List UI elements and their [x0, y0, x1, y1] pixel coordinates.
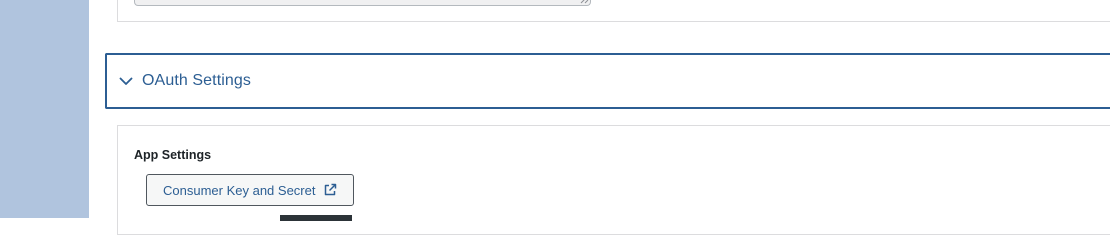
oauth-settings-title: OAuth Settings [142, 72, 252, 89]
chevron-down-icon [119, 77, 133, 85]
text-area[interactable] [134, 0, 591, 6]
previous-settings-card [117, 0, 1110, 22]
main-content: OAuth Settings App Settings Consumer Key… [89, 0, 1110, 235]
resize-handle-icon[interactable] [580, 0, 589, 4]
partial-dark-element [280, 215, 352, 221]
external-link-icon [325, 183, 337, 196]
admin-sidebar [0, 0, 89, 218]
app-settings-label: App Settings [134, 148, 212, 162]
consumer-key-secret-label: Consumer Key and Secret [163, 182, 316, 198]
consumer-key-secret-button[interactable]: Consumer Key and Secret [146, 174, 355, 206]
oauth-settings-accordion[interactable]: OAuth Settings [105, 53, 1110, 109]
app-settings-card: App Settings Consumer Key and Secret [117, 125, 1110, 235]
